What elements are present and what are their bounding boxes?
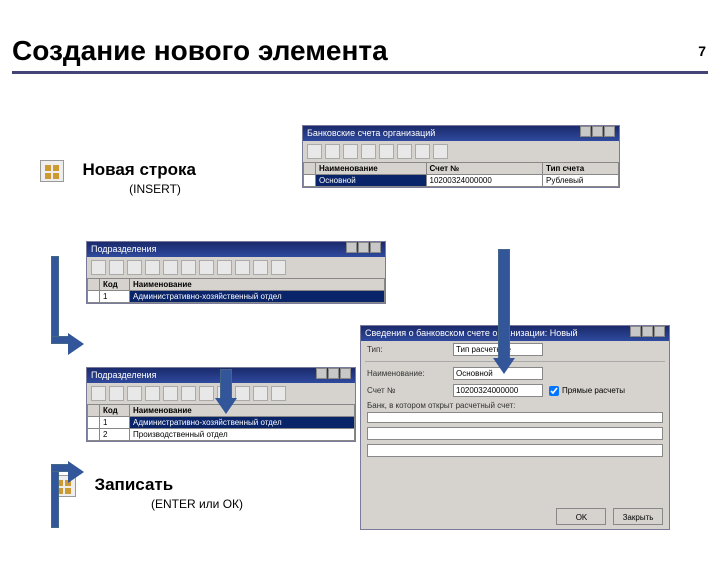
toolbar[interactable]: [87, 257, 385, 278]
window-buttons[interactable]: [315, 368, 351, 384]
input-extra-1[interactable]: [367, 427, 663, 440]
window-buttons[interactable]: [629, 326, 665, 342]
window-title: Банковские счета организаций: [307, 126, 435, 141]
table-row: 2 Производственный отдел: [88, 429, 355, 441]
table-row: 1 Административно-хозяйственный отдел: [88, 417, 355, 429]
dialog-button-row: OK Закрыть: [552, 508, 663, 525]
page-title: Создание нового элемента: [12, 35, 720, 67]
table-row: 1 Административно-хозяйственный отдел: [88, 291, 385, 303]
titlebar: Подразделения: [87, 242, 385, 257]
label-type: Тип:: [367, 345, 447, 354]
checkbox-direct[interactable]: Прямые расчеты: [549, 386, 625, 396]
window-title: Сведения о банковском счете организации:…: [365, 326, 578, 341]
window-title: Подразделения: [91, 368, 156, 383]
insert-caption-block: Новая строка (INSERT): [40, 160, 270, 196]
input-bank[interactable]: [367, 412, 663, 423]
page-number: 7: [698, 43, 706, 59]
save-label: Записать: [94, 475, 173, 494]
insert-row-icon: [40, 160, 64, 182]
insert-label: Новая строка: [82, 160, 196, 179]
window-buttons[interactable]: [345, 242, 381, 258]
insert-subcaption: (INSERT): [40, 182, 270, 196]
window-buttons[interactable]: [579, 126, 615, 142]
title-underline: [12, 71, 708, 74]
toolbar[interactable]: [303, 141, 619, 162]
window-title: Подразделения: [91, 242, 156, 257]
label-name: Наименование:: [367, 369, 447, 378]
input-account[interactable]: [453, 384, 543, 397]
departments-table[interactable]: Код Наименование 1 Административно-хозяй…: [87, 278, 385, 303]
table-row: Основной 10200324000000 Рублевый: [304, 175, 619, 187]
save-subcaption: (ENTER или ОК): [82, 497, 312, 511]
ok-button[interactable]: OK: [556, 508, 606, 525]
close-button[interactable]: Закрыть: [613, 508, 663, 525]
checkbox-direct-box[interactable]: [549, 386, 559, 396]
checkbox-direct-label: Прямые расчеты: [562, 386, 625, 395]
window-bank-account-details: Сведения о банковском счете организации:…: [360, 325, 670, 530]
accounts-table[interactable]: Наименование Счет № Тип счета Основной 1…: [303, 162, 619, 187]
label-account: Счет №: [367, 386, 447, 395]
input-extra-2[interactable]: [367, 444, 663, 457]
titlebar: Банковские счета организаций: [303, 126, 619, 141]
titlebar: Сведения о банковском счете организации:…: [361, 326, 669, 341]
label-bank: Банк, в котором открыт расчетный счет:: [367, 401, 515, 410]
window-departments-1: Подразделения Код Наименование 1 Админис…: [86, 241, 386, 304]
save-caption-block: Записать (ENTER или ОК): [52, 475, 312, 511]
window-bank-accounts: Банковские счета организаций Наименовани…: [302, 125, 620, 188]
